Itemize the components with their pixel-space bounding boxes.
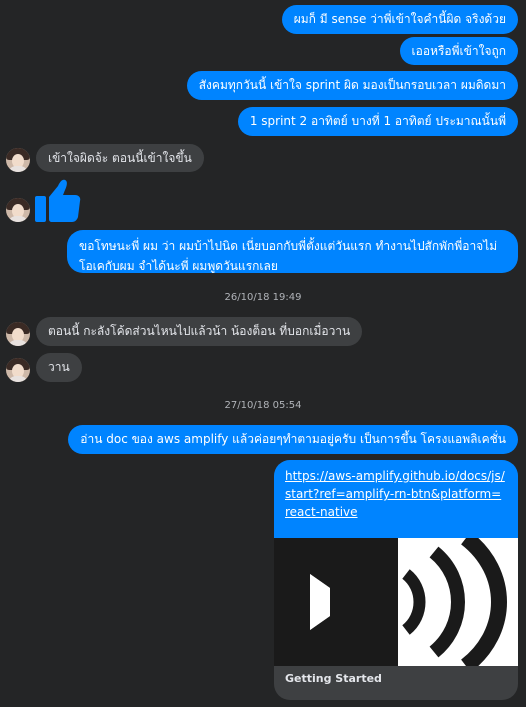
message-text: 1 sprint 2 อาทิตย์ บางที่ 1 อาทิตย์ ประม…: [249, 114, 506, 128]
timestamp: 26/10/18 19:49: [224, 292, 302, 303]
avatar[interactable]: [6, 358, 30, 382]
thumbs-up-icon[interactable]: [34, 178, 82, 224]
avatar-shoulders: [8, 340, 28, 346]
message-text: สังคมทุกวันนี้ เข้าใจ sprint ผิด มองเป็น…: [198, 78, 506, 92]
timestamp: 27/10/18 05:54: [224, 400, 302, 411]
link-preview-card[interactable]: https://aws-amplify.github.io/docs/js/st…: [274, 460, 518, 700]
outgoing-message[interactable]: เออหรือพี่เข้าใจถูก: [399, 37, 518, 65]
message-text: ขอโทษนะพี่ ผม ว่า ผมบ้าไปนิด เนี่ยบอกกับ…: [79, 239, 498, 273]
message-text: วาน: [48, 360, 70, 374]
avatar-shoulders: [8, 376, 28, 382]
message-text: ผมก็ มี sense ว่าพี่เข้าใจคำนี้ผิด จริงด…: [293, 12, 506, 26]
message-text: ตอนนี้ กะลังโค้ดส่วนไหนไปแล้วน้า น้องต็อ…: [48, 324, 351, 338]
avatar[interactable]: [6, 198, 30, 222]
link-url-area: https://aws-amplify.github.io/docs/js/st…: [274, 460, 518, 538]
avatar[interactable]: [6, 148, 30, 172]
avatar-shoulders: [8, 166, 28, 172]
outgoing-message[interactable]: สังคมทุกวันนี้ เข้าใจ sprint ผิด มองเป็น…: [186, 71, 518, 100]
incoming-message[interactable]: ตอนนี้ กะลังโค้ดส่วนไหนไปแล้วน้า น้องต็อ…: [36, 317, 363, 346]
link-url[interactable]: https://aws-amplify.github.io/docs/js/st…: [285, 469, 505, 519]
message-text: อ่าน doc ของ aws amplify แล้วค่อยๆทำตามอ…: [80, 432, 506, 446]
outgoing-message[interactable]: ผมก็ มี sense ว่าพี่เข้าใจคำนี้ผิด จริงด…: [281, 5, 518, 34]
speaker-volume-icon: [274, 531, 518, 673]
message-text: เข้าใจผิดจ้ะ ตอนนี้เข้าใจขึ้น: [48, 150, 192, 165]
outgoing-message[interactable]: 1 sprint 2 อาทิตย์ บางที่ 1 อาทิตย์ ประม…: [237, 107, 518, 136]
link-preview-image: [274, 531, 518, 673]
incoming-message[interactable]: วาน: [36, 353, 82, 382]
avatar-shoulders: [8, 216, 28, 222]
link-title: Getting Started: [285, 672, 382, 685]
outgoing-message[interactable]: อ่าน doc ของ aws amplify แล้วค่อยๆทำตามอ…: [68, 425, 518, 454]
chat-thread: ผมก็ มี sense ว่าพี่เข้าใจคำนี้ผิด จริงด…: [0, 0, 526, 707]
outgoing-message[interactable]: ขอโทษนะพี่ ผม ว่า ผมบ้าไปนิด เนี่ยบอกกับ…: [67, 230, 518, 273]
avatar[interactable]: [6, 322, 30, 346]
incoming-message[interactable]: เข้าใจผิดจ้ะ ตอนนี้เข้าใจขึ้น: [36, 144, 204, 172]
message-text: เออหรือพี่เข้าใจถูก: [411, 43, 506, 58]
